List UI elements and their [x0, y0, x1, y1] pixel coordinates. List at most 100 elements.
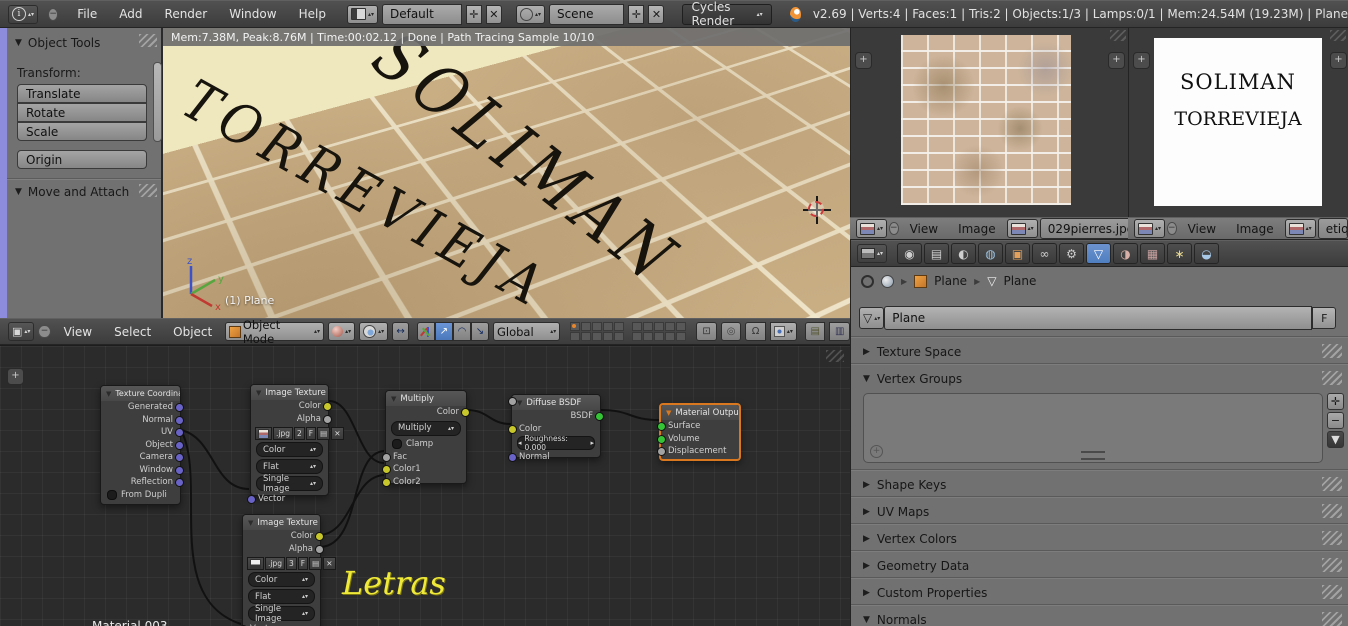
blend-mode-select[interactable]: Multiply ▴▾ — [391, 420, 461, 436]
socket-reflection[interactable] — [175, 478, 184, 487]
node-texture-coordinate[interactable]: ▼ Texture Coordinate Generated Normal UV… — [100, 385, 184, 505]
fake-user-button[interactable]: F — [1312, 307, 1337, 329]
node-editor[interactable]: + ▼ Texture Coordinate Generated Normal … — [0, 345, 850, 626]
object-cube-icon[interactable] — [914, 274, 928, 288]
socket-normal[interactable] — [175, 415, 184, 425]
add-list-item-icon[interactable]: + — [870, 445, 883, 458]
mesh-datablock-icon-button[interactable]: ▽ ▴▾ — [859, 307, 885, 329]
panel-vertex-groups[interactable]: ▼ Vertex Groups — [851, 367, 1348, 390]
node-image-texture-2[interactable]: ▼ Image Texture Color Alpha .jpg 3 F ▤ ✕… — [239, 514, 336, 626]
collapse-menus-button[interactable]: − — [48, 7, 59, 21]
open-image-icon[interactable]: ▤ — [309, 557, 323, 570]
breadcrumb-data-name[interactable]: Plane — [1003, 274, 1036, 288]
tab-material[interactable]: ◑ — [1113, 243, 1139, 264]
menu-render[interactable]: Render — [156, 7, 217, 21]
render-opengl-camera-icon[interactable]: ▤ — [804, 322, 826, 341]
tab-constraints[interactable]: ∞ — [1032, 243, 1058, 264]
image-datablock-row[interactable]: .jpg 3 F ▤ ✕ — [247, 557, 336, 570]
node-collapse-icon[interactable]: ▼ — [248, 519, 253, 527]
add-vertex-group-button[interactable]: ✛ — [1327, 393, 1344, 410]
socket-color-out[interactable] — [461, 408, 470, 417]
menu-image[interactable]: Image — [949, 222, 1005, 236]
clamp-checkbox[interactable]: Clamp — [386, 438, 466, 451]
menu-add[interactable]: Add — [110, 7, 151, 21]
menu-view[interactable]: View — [1179, 222, 1225, 236]
pin-icon[interactable] — [861, 274, 874, 288]
layer-buttons-group-2[interactable] — [632, 322, 687, 341]
object-tools-panel-header[interactable]: ▼ Object Tools — [15, 36, 100, 50]
socket-volume-in[interactable] — [657, 434, 666, 444]
uv-image-editor-right[interactable]: SOLIMAN TORREVIEJA + + — [1128, 28, 1348, 217]
image-datablock-row[interactable]: .jpg 2 F ▤ ✕ — [255, 427, 344, 440]
panel-drag-grip[interactable] — [1322, 558, 1342, 572]
mesh-data-icon[interactable]: ▽ — [987, 274, 996, 288]
socket-displacement-in[interactable] — [657, 447, 666, 456]
menu-help[interactable]: Help — [290, 7, 335, 21]
move-and-attach-panel-header[interactable]: ▼ Move and Attach — [15, 185, 129, 199]
panel-geometry-data[interactable]: ▶ Geometry Data — [851, 554, 1348, 577]
vertex-group-specials-button[interactable]: ▼ — [1327, 431, 1344, 448]
node-material-output[interactable]: ▼ Material Output Surface Volume Displac… — [657, 403, 741, 461]
socket-roughness-in[interactable] — [508, 397, 517, 406]
socket-bsdf-out[interactable] — [595, 412, 604, 421]
panel-drag-grip[interactable] — [1322, 585, 1342, 599]
fake-user-button[interactable]: F — [297, 557, 309, 570]
delete-layout-button[interactable]: ✕ — [485, 4, 502, 24]
node-collapse-icon[interactable]: ▼ — [256, 389, 261, 397]
socket-color2-in[interactable] — [382, 477, 391, 487]
socket-alpha-out[interactable] — [315, 544, 324, 554]
menu-view[interactable]: View — [901, 222, 947, 236]
rotate-manipulator-button[interactable]: ◠ — [452, 322, 471, 341]
pivot-point-select[interactable]: ▴▾ — [359, 322, 389, 341]
color-space-select[interactable]: Color ▴▾ — [256, 442, 323, 457]
projection-select[interactable]: Flat ▴▾ — [256, 459, 323, 474]
snap-element-select[interactable]: ▴▾ — [769, 322, 797, 341]
fake-user-button[interactable]: F — [305, 427, 317, 440]
list-resize-grip-icon[interactable] — [1081, 451, 1105, 460]
area-corner-grip[interactable] — [1110, 30, 1126, 41]
image-name-field[interactable]: etiquet — [1317, 218, 1348, 239]
menu-image[interactable]: Image — [1227, 222, 1283, 236]
image-datablock-icon-button[interactable]: ▴▾ — [1284, 219, 1316, 238]
rotate-button[interactable]: Rotate — [17, 103, 147, 122]
manipulator-axes-icon[interactable] — [416, 322, 435, 341]
node-diffuse-bsdf[interactable]: ▼ Diffuse BSDF BSDF Color ◂ Roughness: 0.… — [508, 394, 604, 462]
screen-layout-icon-button[interactable]: ▴▾ — [346, 4, 378, 24]
region-expand-button[interactable]: + — [855, 52, 872, 69]
tool-shelf-scrollbar[interactable] — [153, 62, 162, 142]
node-collapse-icon[interactable]: ▼ — [666, 409, 671, 417]
lock-to-scene-icon[interactable]: ⊡ — [696, 322, 717, 341]
scale-button[interactable]: Scale — [17, 122, 147, 141]
tab-particles[interactable]: ∗ — [1167, 243, 1193, 264]
render-opengl-anim-icon[interactable]: ▥ — [829, 322, 850, 341]
viewport-render-area[interactable]: SOLIMAN TORREVIEJA Mem:7.38M, Peak:8.76M… — [162, 28, 850, 318]
editor-type-button[interactable]: ▴▾ — [857, 244, 888, 263]
socket-color-out[interactable] — [315, 532, 324, 541]
node-collapse-icon[interactable]: ▼ — [517, 399, 522, 407]
from-dupli-checkbox[interactable]: From Dupli — [101, 489, 180, 502]
editor-type-button[interactable]: ▣ ▴▾ — [8, 322, 35, 341]
socket-fac-in[interactable] — [382, 452, 391, 462]
open-image-icon[interactable]: ▤ — [317, 427, 331, 440]
panel-drag-grip[interactable] — [1322, 612, 1342, 626]
mode-select[interactable]: Object Mode ▴▾ — [225, 318, 325, 346]
panel-normals[interactable]: ▼ Normals — [851, 608, 1348, 626]
translate-manipulator-button[interactable]: ↗ — [434, 322, 453, 341]
socket-window[interactable] — [175, 465, 184, 475]
image-source-select[interactable]: Single Image ▴▾ — [256, 474, 323, 494]
socket-surface-in[interactable] — [657, 422, 666, 431]
socket-color1-in[interactable] — [382, 465, 391, 474]
pivot-align-toggle[interactable]: ↔ — [392, 322, 409, 341]
panel-drag-grip[interactable] — [139, 34, 157, 47]
screen-layout-name-field[interactable]: Default — [381, 3, 462, 25]
region-expand-button[interactable]: + — [1330, 52, 1347, 69]
image-users-count[interactable]: 2 — [294, 427, 305, 440]
uv-image-editor-left[interactable]: + + — [850, 28, 1129, 217]
add-layout-button[interactable]: ✛ — [465, 4, 482, 24]
viewport-shading-select[interactable]: ▴▾ — [328, 322, 356, 341]
tab-texture[interactable]: ▦ — [1140, 243, 1166, 264]
tab-object[interactable]: ▣ — [1005, 243, 1031, 264]
socket-generated[interactable] — [175, 403, 184, 412]
socket-object[interactable] — [175, 440, 184, 450]
translate-button[interactable]: Translate — [17, 84, 147, 103]
